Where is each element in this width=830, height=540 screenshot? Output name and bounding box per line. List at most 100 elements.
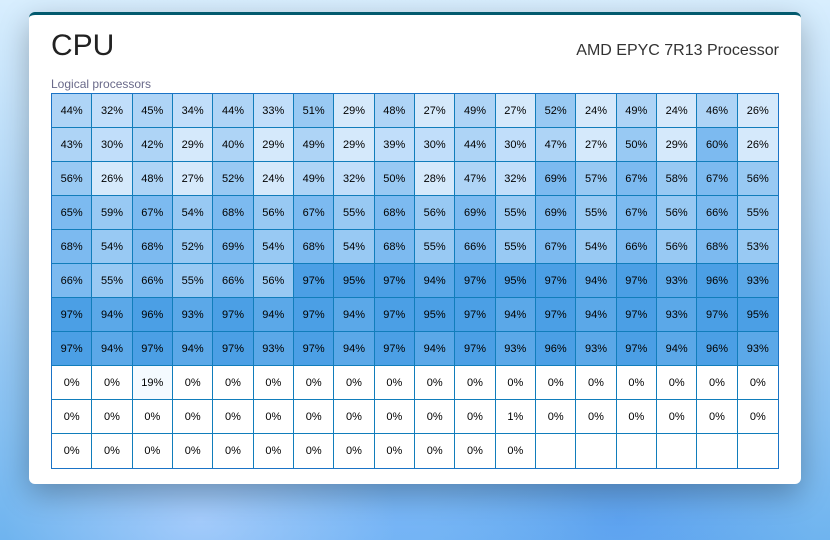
processor-cell[interactable]: 49%	[617, 94, 657, 128]
processor-cell[interactable]: 56%	[254, 196, 294, 230]
processor-cell[interactable]: 0%	[213, 400, 253, 434]
processor-cell[interactable]: 0%	[294, 400, 334, 434]
processor-cell[interactable]: 29%	[173, 128, 213, 162]
processor-cell[interactable]: 26%	[738, 128, 778, 162]
processor-cell[interactable]: 0%	[213, 434, 253, 468]
processor-cell[interactable]: 0%	[254, 400, 294, 434]
processor-cell[interactable]: 32%	[496, 162, 536, 196]
processor-cell[interactable]: 29%	[334, 128, 374, 162]
processor-cell[interactable]: 0%	[133, 434, 173, 468]
processor-cell[interactable]: 24%	[576, 94, 616, 128]
processor-cell[interactable]: 51%	[294, 94, 334, 128]
processor-cell[interactable]: 93%	[173, 298, 213, 332]
processor-cell[interactable]: 53%	[738, 230, 778, 264]
processor-cell[interactable]: 66%	[697, 196, 737, 230]
processor-cell[interactable]: 54%	[254, 230, 294, 264]
processor-cell[interactable]: 55%	[496, 230, 536, 264]
processor-cell[interactable]: 97%	[375, 332, 415, 366]
processor-cell[interactable]: 97%	[213, 332, 253, 366]
processor-cell[interactable]: 30%	[92, 128, 132, 162]
processor-cell[interactable]: 0%	[52, 434, 92, 468]
processor-cell[interactable]: 19%	[133, 366, 173, 400]
processor-cell[interactable]: 97%	[697, 298, 737, 332]
processor-cell[interactable]: 0%	[92, 400, 132, 434]
processor-cell[interactable]: 46%	[697, 94, 737, 128]
processor-cell[interactable]: 28%	[415, 162, 455, 196]
processor-cell[interactable]: 66%	[133, 264, 173, 298]
processor-cell[interactable]: 52%	[536, 94, 576, 128]
processor-cell[interactable]: 97%	[294, 332, 334, 366]
processor-cell[interactable]: 39%	[375, 128, 415, 162]
processor-cell[interactable]: 66%	[455, 230, 495, 264]
processor-cell[interactable]: 55%	[334, 196, 374, 230]
processor-cell[interactable]: 52%	[173, 230, 213, 264]
processor-cell[interactable]: 0%	[415, 434, 455, 468]
processor-cell[interactable]: 27%	[415, 94, 455, 128]
processor-cell[interactable]: 50%	[617, 128, 657, 162]
processor-cell[interactable]: 0%	[697, 400, 737, 434]
processor-cell[interactable]: 0%	[576, 400, 616, 434]
processor-cell[interactable]: 69%	[536, 196, 576, 230]
processor-cell[interactable]: 94%	[254, 298, 294, 332]
processor-cell[interactable]: 0%	[213, 366, 253, 400]
processor-cell[interactable]: 97%	[213, 298, 253, 332]
processor-cell[interactable]: 42%	[133, 128, 173, 162]
processor-cell[interactable]: 49%	[294, 162, 334, 196]
processor-cell[interactable]: 94%	[334, 332, 374, 366]
processor-cell[interactable]: 32%	[334, 162, 374, 196]
processor-cell[interactable]: 50%	[375, 162, 415, 196]
processor-cell[interactable]: 26%	[738, 94, 778, 128]
processor-cell[interactable]: 44%	[455, 128, 495, 162]
processor-cell[interactable]: 49%	[455, 94, 495, 128]
processor-cell[interactable]: 0%	[455, 366, 495, 400]
processor-cell[interactable]: 67%	[617, 196, 657, 230]
processor-cell[interactable]: 93%	[254, 332, 294, 366]
processor-cell[interactable]: 60%	[697, 128, 737, 162]
processor-cell[interactable]: 47%	[455, 162, 495, 196]
processor-cell[interactable]: 94%	[657, 332, 697, 366]
processor-cell[interactable]: 30%	[496, 128, 536, 162]
processor-cell[interactable]: 94%	[415, 264, 455, 298]
processor-cell[interactable]: 66%	[52, 264, 92, 298]
processor-cell[interactable]: 56%	[254, 264, 294, 298]
processor-cell[interactable]: 0%	[617, 400, 657, 434]
processor-cell[interactable]: 52%	[213, 162, 253, 196]
processor-cell[interactable]: 0%	[334, 366, 374, 400]
processor-cell[interactable]: 97%	[617, 264, 657, 298]
processor-cell[interactable]: 0%	[294, 366, 334, 400]
processor-cell[interactable]: 56%	[52, 162, 92, 196]
processor-cell[interactable]: 93%	[657, 298, 697, 332]
processor-cell[interactable]: 0%	[415, 366, 455, 400]
processor-cell[interactable]: 59%	[92, 196, 132, 230]
processor-cell[interactable]: 47%	[536, 128, 576, 162]
processor-cell[interactable]: 67%	[536, 230, 576, 264]
processor-cell[interactable]: 0%	[657, 400, 697, 434]
processor-cell[interactable]: 54%	[173, 196, 213, 230]
processor-cell[interactable]: 94%	[92, 298, 132, 332]
processor-cell[interactable]: 0%	[173, 434, 213, 468]
processor-cell[interactable]: 67%	[617, 162, 657, 196]
processor-cell[interactable]: 69%	[455, 196, 495, 230]
processor-cell[interactable]: 0%	[334, 434, 374, 468]
processor-cell[interactable]: 0%	[617, 366, 657, 400]
processor-cell[interactable]: 65%	[52, 196, 92, 230]
processor-cell[interactable]: 55%	[496, 196, 536, 230]
processor-cell[interactable]: 0%	[576, 366, 616, 400]
processor-cell[interactable]: 97%	[617, 298, 657, 332]
processor-cell[interactable]: 55%	[576, 196, 616, 230]
processor-cell[interactable]: 94%	[496, 298, 536, 332]
processor-cell[interactable]: 29%	[254, 128, 294, 162]
processor-cell[interactable]: 0%	[92, 366, 132, 400]
processor-cell[interactable]: 26%	[92, 162, 132, 196]
processor-cell[interactable]: 97%	[455, 332, 495, 366]
processor-cell[interactable]: 95%	[415, 298, 455, 332]
processor-cell[interactable]: 33%	[254, 94, 294, 128]
processor-cell[interactable]: 0%	[52, 400, 92, 434]
processor-cell[interactable]: 57%	[576, 162, 616, 196]
processor-cell[interactable]: 56%	[657, 230, 697, 264]
processor-cell[interactable]: 95%	[334, 264, 374, 298]
processor-cell[interactable]: 0%	[738, 400, 778, 434]
processor-cell[interactable]: 97%	[294, 298, 334, 332]
processor-cell[interactable]: 94%	[173, 332, 213, 366]
processor-cell[interactable]: 0%	[375, 434, 415, 468]
